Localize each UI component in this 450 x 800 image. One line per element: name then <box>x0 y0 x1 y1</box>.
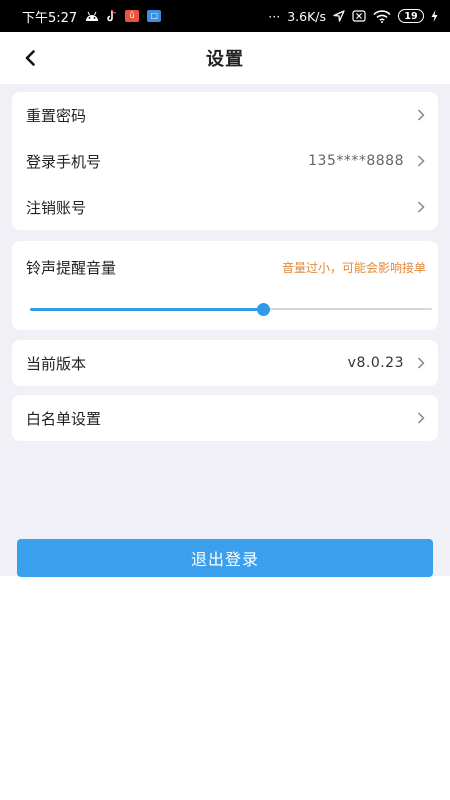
delete-account-label: 注销账号 <box>26 198 87 217</box>
current-version-row[interactable]: 当前版本 v8.0.23 <box>12 340 438 386</box>
status-time: 下午5:27 <box>22 10 78 26</box>
account-card: 重置密码 登录手机号 135****8888 注销账号 <box>12 92 438 230</box>
no-sim-icon <box>352 10 366 22</box>
blue-app-icon: □ <box>147 10 162 22</box>
location-icon <box>333 10 345 22</box>
current-version-value: v8.0.23 <box>347 355 404 371</box>
whitelist-settings-row[interactable]: 白名单设置 <box>12 395 438 441</box>
network-speed: 3.6K/s <box>287 8 326 24</box>
slider-fill <box>30 307 264 311</box>
login-phone-row[interactable]: 登录手机号 135****8888 <box>12 138 438 184</box>
android-icon <box>85 11 99 22</box>
slider-thumb[interactable] <box>256 303 270 316</box>
volume-warning: 音量过小，可能会影响接单 <box>281 260 426 275</box>
volume-label: 铃声提醒音量 <box>26 258 117 277</box>
chevron-left-icon <box>25 50 35 66</box>
version-card: 当前版本 v8.0.23 <box>12 340 438 386</box>
orange-app-icon: ǜ <box>125 10 140 22</box>
wifi-icon <box>373 9 391 23</box>
chevron-right-icon <box>416 108 426 122</box>
chevron-right-icon <box>416 356 426 370</box>
battery-icon: 19 <box>398 9 424 23</box>
status-left: 下午5:27 ǜ □ <box>22 7 162 26</box>
current-version-label: 当前版本 <box>26 354 87 373</box>
login-phone-value: 135****8888 <box>308 153 404 169</box>
whitelist-card: 白名单设置 <box>12 395 438 441</box>
charging-icon <box>431 10 438 22</box>
logout-button[interactable]: 退出登录 <box>17 539 433 577</box>
whitelist-settings-label: 白名单设置 <box>26 409 102 428</box>
reset-password-row[interactable]: 重置密码 <box>12 92 438 138</box>
more-icon: ··· <box>268 8 281 24</box>
status-bar: 下午5:27 ǜ □ ··· 3.6K/s 19 <box>0 0 450 32</box>
ringtone-volume-card: 铃声提醒音量 音量过小，可能会影响接单 <box>12 241 438 330</box>
chevron-right-icon <box>416 154 426 168</box>
login-phone-label: 登录手机号 <box>26 152 102 171</box>
back-button[interactable] <box>18 46 42 70</box>
tiktok-icon <box>107 10 117 22</box>
battery-level: 19 <box>404 10 418 22</box>
volume-header: 铃声提醒音量 音量过小，可能会影响接单 <box>12 241 438 281</box>
page-title: 设置 <box>206 49 244 70</box>
delete-account-row[interactable]: 注销账号 <box>12 184 438 230</box>
nav-bar: 设置 <box>0 32 450 84</box>
reset-password-label: 重置密码 <box>26 106 87 125</box>
chevron-right-icon <box>416 411 426 425</box>
bottom-blank-area <box>0 576 450 800</box>
status-right: ··· 3.6K/s 19 <box>268 9 438 24</box>
chevron-right-icon <box>416 200 426 214</box>
volume-slider[interactable] <box>30 303 432 316</box>
